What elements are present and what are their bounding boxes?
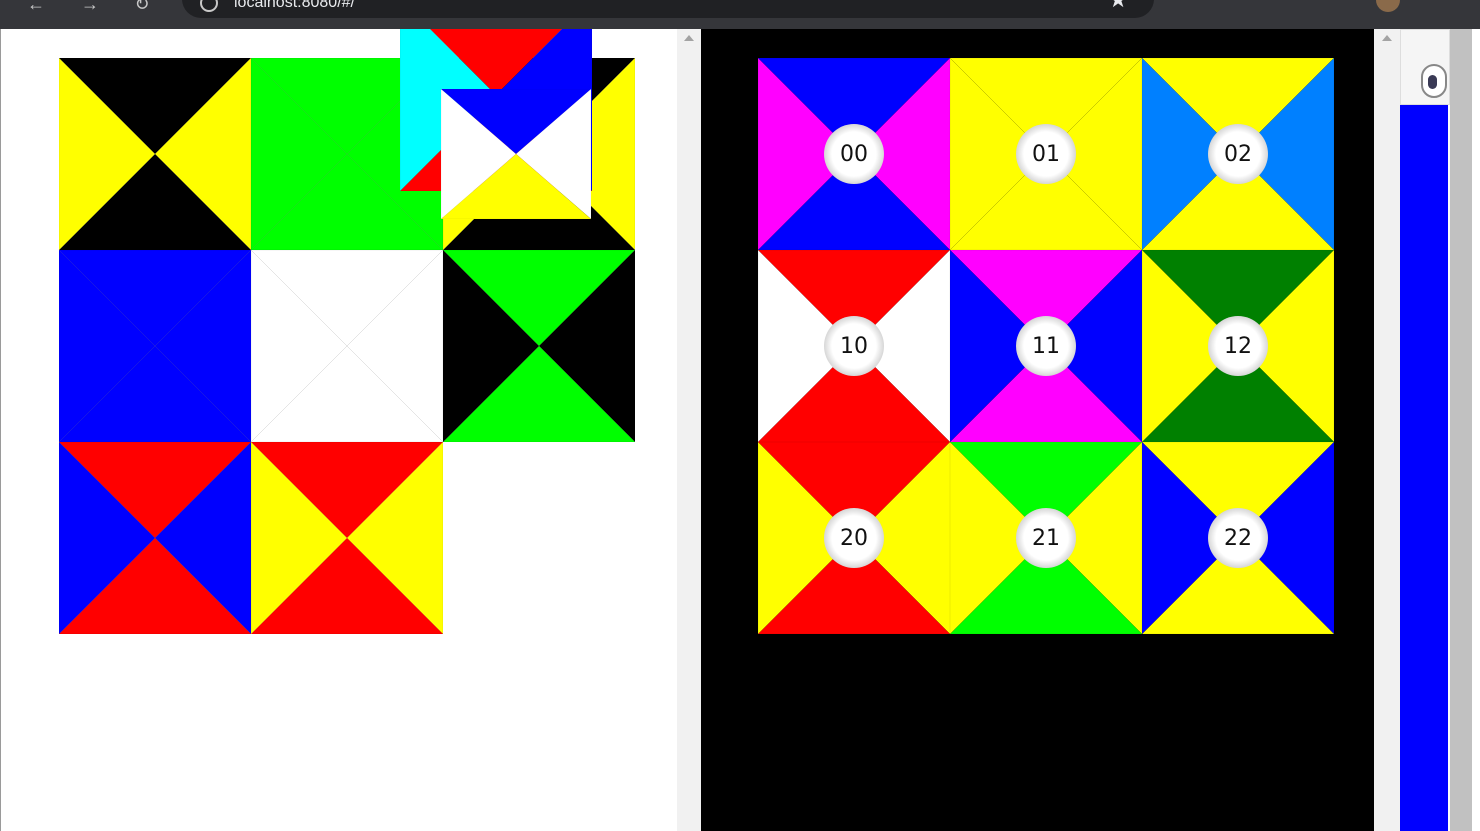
side-panel-bar	[1400, 105, 1448, 831]
browser-toolbar: ← → ↻ localhost:8080/#/ ★	[0, 0, 1480, 29]
bookmark-star-icon[interactable]: ★	[1108, 0, 1128, 12]
left-tile[interactable]	[443, 250, 635, 442]
address-bar[interactable]: localhost:8080/#/ ★	[182, 0, 1154, 18]
left-tile[interactable]	[59, 58, 251, 250]
tile-position-label: 20	[824, 508, 884, 568]
left-tile-triangles	[251, 442, 443, 634]
left-tile[interactable]	[251, 442, 443, 634]
tile-position-label: 12	[1208, 316, 1268, 376]
forward-icon[interactable]: →	[78, 0, 102, 16]
tile-position-label: 00	[824, 124, 884, 184]
site-info-icon[interactable]	[200, 0, 218, 12]
right-scrollbar[interactable]	[1374, 29, 1400, 831]
tile-position-label: 01	[1016, 124, 1076, 184]
url-text[interactable]: localhost:8080/#/	[234, 0, 355, 12]
profile-avatar[interactable]	[1376, 0, 1400, 12]
left-tile-triangles	[59, 442, 251, 634]
left-tile-triangles	[59, 58, 251, 250]
left-tile-triangles	[251, 250, 443, 442]
extension-icon[interactable]	[1421, 64, 1447, 98]
tile-position-label: 21	[1016, 508, 1076, 568]
right-board-pane: 00 01 02 10 11 12 20 21 22	[701, 29, 1374, 831]
tile-position-label: 02	[1208, 124, 1268, 184]
left-tile-triangles	[59, 250, 251, 442]
tile-position-label: 10	[824, 316, 884, 376]
tile-position-label: 11	[1016, 316, 1076, 376]
left-tile[interactable]	[59, 442, 251, 634]
left-tile[interactable]	[251, 250, 443, 442]
reload-icon[interactable]: ↻	[130, 0, 154, 16]
back-icon[interactable]: ←	[24, 0, 48, 16]
side-scrollbar[interactable]	[1450, 29, 1472, 831]
scroll-up-arrow-icon[interactable]	[1382, 35, 1392, 41]
scroll-up-arrow-icon[interactable]	[684, 35, 694, 41]
left-board-pane	[0, 29, 677, 831]
side-panel-header	[1400, 29, 1450, 105]
dragged-tile-triangles	[441, 89, 591, 219]
left-scrollbar[interactable]	[677, 29, 701, 831]
tile-position-label: 22	[1208, 508, 1268, 568]
dragged-tile[interactable]	[441, 89, 591, 219]
left-tile-triangles	[443, 250, 635, 442]
left-tile[interactable]	[59, 250, 251, 442]
